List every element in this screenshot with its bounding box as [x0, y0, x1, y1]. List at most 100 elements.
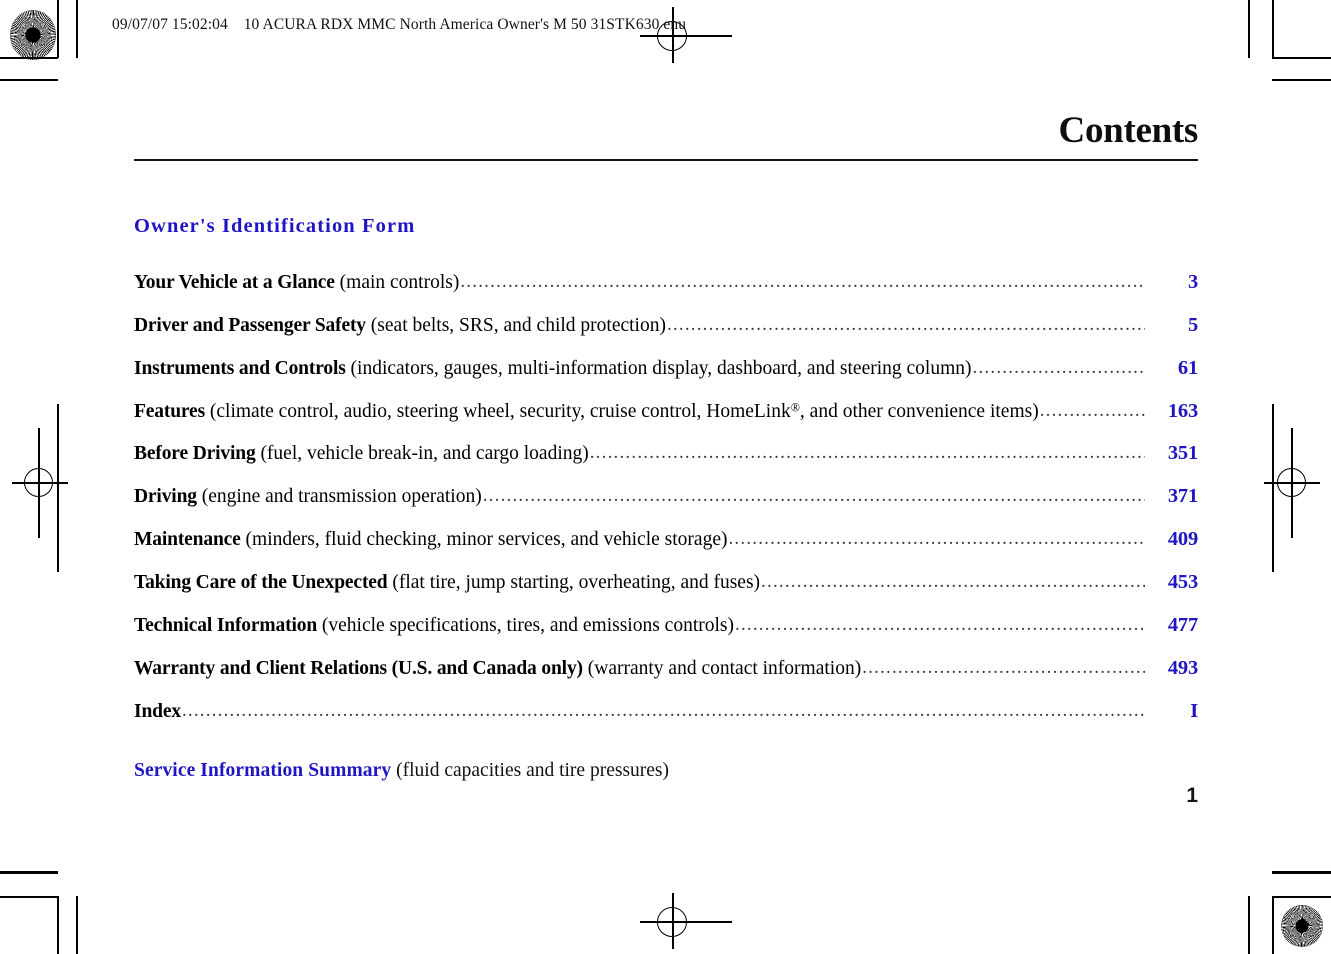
- toc-entry[interactable]: Warranty and Client Relations (U.S. and …: [134, 656, 1198, 680]
- crop-mark-bottom-right-bleed: [1248, 896, 1250, 954]
- toc-entry-description: (engine and transmission operation): [201, 486, 482, 508]
- toc-dot-leader: [667, 314, 1145, 336]
- toc-entry[interactable]: Instruments and Controls (indicators, ga…: [134, 356, 1198, 380]
- toc-entry-title: Maintenance: [134, 529, 241, 551]
- service-summary-title: Service Information Summary: [134, 760, 392, 782]
- toc-dot-leader: [460, 271, 1145, 293]
- crop-mark-bottom-right-vertical: [1272, 896, 1274, 954]
- toc-entry-page-number[interactable]: 5: [1146, 313, 1198, 337]
- registration-target-top-left: [10, 10, 56, 60]
- toc-entry-description: (flat tire, jump starting, overheating, …: [392, 572, 761, 594]
- registration-target-bottom-right: [1281, 905, 1323, 947]
- toc-dot-leader: [728, 528, 1145, 550]
- toc-entry-page-number[interactable]: 371: [1146, 484, 1198, 508]
- toc-entry-title: Taking Care of the Unexpected: [134, 572, 388, 594]
- toc-entry-title: Instruments and Controls: [134, 357, 346, 379]
- toc-entry-label: Driver and Passenger Safety (seat belts,…: [134, 314, 666, 337]
- toc-entry-description-post: , and other convenience items): [799, 400, 1039, 422]
- toc-entry-label: Warranty and Client Relations (U.S. and …: [134, 657, 861, 680]
- registration-crosshair-bottom: [640, 893, 732, 949]
- toc-entry-page-number[interactable]: 409: [1146, 527, 1198, 551]
- toc-entry-title: Your Vehicle at a Glance: [134, 271, 335, 293]
- title-divider: [134, 158, 1198, 161]
- crop-mark-top-right-outer-horizontal: [1272, 79, 1331, 81]
- service-summary-description: (fluid capacities and tire pressures): [396, 760, 670, 782]
- toc-entry[interactable]: Index I: [134, 699, 1198, 723]
- section-heading-owners-identification-form[interactable]: Owner's Identification Form: [134, 215, 1198, 238]
- toc-entry-label: Instruments and Controls (indicators, ga…: [134, 357, 972, 380]
- crop-mark-right-edge: [1272, 404, 1274, 572]
- registration-crosshair-left: [12, 428, 68, 538]
- crop-mark-top-left-bleed: [76, 0, 78, 58]
- crop-mark-bottom-right-horizontal: [1272, 896, 1331, 898]
- toc-entry-title: Driving: [134, 486, 197, 508]
- toc-entry-title: Index: [134, 700, 181, 722]
- toc-entry-title: Features: [134, 400, 206, 422]
- crop-mark-bottom-left-horizontal: [0, 896, 58, 898]
- toc-entry-description: (indicators, gauges, multi-information d…: [350, 357, 972, 379]
- print-job-header: 09/07/07 15:02:04 10 ACURA RDX MMC North…: [112, 16, 687, 33]
- toc-entry-label: Your Vehicle at a Glance (main controls): [134, 271, 459, 294]
- toc-entry-page-number[interactable]: 3: [1146, 270, 1198, 294]
- page-title: Contents: [1058, 110, 1199, 151]
- toc-entry-page-number[interactable]: 477: [1146, 613, 1198, 637]
- crop-mark-top-right-inner: [1248, 0, 1250, 58]
- toc-entry-page-number[interactable]: 163: [1146, 399, 1198, 423]
- toc-entry-description: (climate control, audio, steering wheel,…: [205, 401, 1039, 422]
- toc-entry-label: Features (climate control, audio, steeri…: [134, 400, 1039, 423]
- toc-entry-description-pre: (climate control, audio, steering wheel,…: [209, 400, 791, 422]
- crop-mark-bottom-right-outer: [1272, 871, 1331, 874]
- toc-entry-title: Before Driving: [134, 443, 256, 465]
- toc-entry[interactable]: Maintenance (minders, fluid checking, mi…: [134, 527, 1198, 551]
- toc-dot-leader: [761, 571, 1145, 593]
- toc-dot-leader: [1040, 400, 1145, 422]
- toc-entry[interactable]: Technical Information (vehicle specifica…: [134, 613, 1198, 637]
- toc-entry-title: Driver and Passenger Safety: [134, 314, 366, 336]
- toc-entry-page-number[interactable]: 351: [1146, 441, 1198, 465]
- toc-entry-label: Taking Care of the Unexpected (flat tire…: [134, 571, 760, 594]
- toc-entry-page-number[interactable]: I: [1146, 699, 1198, 723]
- crop-mark-top-left-horizontal: [0, 57, 58, 59]
- toc-entry[interactable]: Taking Care of the Unexpected (flat tire…: [134, 570, 1198, 594]
- table-of-contents: Your Vehicle at a Glance (main controls)…: [134, 270, 1198, 723]
- toc-entry[interactable]: Features (climate control, audio, steeri…: [134, 399, 1198, 423]
- toc-entry[interactable]: Driving (engine and transmission operati…: [134, 484, 1198, 508]
- crop-mark-top-right-outer: [1272, 0, 1274, 58]
- crop-mark-left-edge: [57, 404, 59, 572]
- toc-entry-description: (seat belts, SRS, and child protection): [370, 314, 666, 336]
- crop-mark-top-left-vertical: [57, 0, 59, 58]
- crop-mark-bottom-left-outer: [0, 871, 58, 874]
- toc-dot-leader: [862, 657, 1145, 679]
- toc-entry-label: Driving (engine and transmission operati…: [134, 485, 482, 508]
- crop-mark-top-left-outer: [0, 79, 58, 81]
- toc-entry-label: Maintenance (minders, fluid checking, mi…: [134, 528, 727, 551]
- toc-dot-leader: [735, 614, 1145, 636]
- toc-entry-description: (vehicle specifications, tires, and emis…: [321, 615, 734, 637]
- toc-dot-leader: [483, 485, 1145, 507]
- toc-entry-title: Warranty and Client Relations (U.S. and …: [134, 658, 583, 679]
- crop-mark-bottom-left-vertical: [57, 896, 59, 954]
- crop-mark-top-right-horizontal: [1272, 57, 1331, 59]
- toc-entry-description: (main controls): [339, 271, 460, 293]
- page-content: Contents Owner's Identification Form You…: [134, 110, 1199, 807]
- registered-trademark-icon: ®: [790, 400, 800, 415]
- toc-entry-description: (fuel, vehicle break-in, and cargo loadi…: [260, 443, 589, 465]
- toc-dot-leader: [182, 700, 1145, 722]
- service-information-summary-note[interactable]: Service Information Summary (fluid capac…: [134, 760, 1198, 782]
- toc-entry[interactable]: Your Vehicle at a Glance (main controls)…: [134, 270, 1198, 294]
- toc-dot-leader: [973, 357, 1145, 379]
- toc-entry[interactable]: Driver and Passenger Safety (seat belts,…: [134, 313, 1198, 337]
- toc-entry-label: Index: [134, 700, 181, 723]
- crop-mark-bottom-left-bleed: [76, 896, 78, 954]
- toc-entry[interactable]: Before Driving (fuel, vehicle break-in, …: [134, 441, 1198, 465]
- toc-dot-leader: [590, 442, 1145, 464]
- toc-entry-description: (minders, fluid checking, minor services…: [245, 529, 728, 551]
- toc-entry-title: Technical Information: [134, 615, 318, 637]
- toc-entry-label: Before Driving (fuel, vehicle break-in, …: [134, 442, 589, 465]
- toc-entry-page-number[interactable]: 453: [1146, 570, 1198, 594]
- toc-entry-label: Technical Information (vehicle specifica…: [134, 614, 734, 637]
- toc-entry-page-number[interactable]: 61: [1146, 356, 1198, 380]
- toc-entry-description: (warranty and contact information): [587, 658, 862, 679]
- page-number: 1: [1186, 784, 1198, 807]
- toc-entry-page-number[interactable]: 493: [1146, 656, 1198, 680]
